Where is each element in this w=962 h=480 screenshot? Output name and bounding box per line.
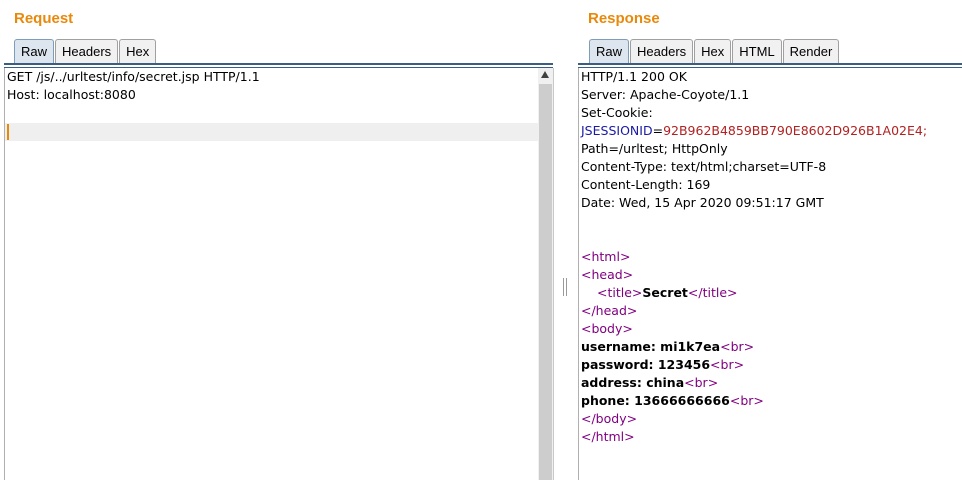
request-tab-raw[interactable]: Raw [14, 39, 55, 63]
request-title: Request [14, 10, 74, 27]
pane-splitter[interactable] [556, 0, 576, 480]
request-tab-underline [4, 63, 553, 65]
cookie-line: JSESSIONID=92B962B4859BB790E8602D926B1A0… [581, 122, 927, 140]
body-row-phone: phone: 13666666666<br> [581, 392, 764, 410]
response-tab-hex[interactable]: Hex [694, 39, 732, 63]
br-tag: <br> [729, 393, 764, 408]
status-line: HTTP/1.1 200 OK [581, 69, 687, 84]
cookie-value: 92B962B4859BB790E8602D926B1A02E4; [663, 123, 928, 138]
response-tab-headers[interactable]: Headers [630, 39, 694, 63]
current-line-highlight [5, 123, 539, 141]
br-tag: <br> [684, 375, 719, 390]
title-line: <title>Secret</title> [597, 284, 738, 302]
cookie-equals: = [652, 123, 664, 138]
content-type-header: Content-Type: text/html;charset=UTF-8 [581, 159, 827, 174]
response-pane: Response Raw Headers Hex HTML Render HTT… [576, 0, 962, 480]
head-open-tag: <head> [581, 267, 634, 282]
row-text: phone: 13666666666 [581, 393, 730, 408]
br-tag: <br> [720, 339, 755, 354]
cookie-name: JSESSIONID [581, 123, 653, 138]
response-tab-html[interactable]: HTML [732, 39, 782, 63]
server-header: Server: Apache-Coyote/1.1 [581, 87, 750, 102]
request-tab-headers[interactable]: Headers [55, 39, 119, 63]
row-text: password: 123456 [581, 357, 711, 372]
text-caret [7, 124, 9, 140]
cookie-path: Path=/urltest; HttpOnly [581, 141, 728, 156]
title-close-tag: </title> [687, 285, 738, 300]
row-text: username: mi1k7ea [581, 339, 721, 354]
response-viewer[interactable]: HTTP/1.1 200 OK Server: Apache-Coyote/1.… [578, 68, 962, 480]
response-tabs: Raw Headers Hex HTML Render [589, 39, 840, 63]
response-tab-raw[interactable]: Raw [589, 39, 630, 63]
splitter-grip-icon[interactable] [563, 278, 567, 296]
body-row-address: address: china<br> [581, 374, 718, 392]
set-cookie-header: Set-Cookie: [581, 105, 653, 120]
response-tab-render[interactable]: Render [782, 39, 840, 63]
request-scrollbar[interactable] [538, 68, 554, 480]
request-tabs: Raw Headers Hex [14, 39, 157, 63]
scroll-thumb[interactable] [539, 84, 552, 480]
response-tab-underline [578, 63, 962, 65]
title-open-tag: <title> [597, 285, 643, 300]
body-close-tag: </body> [581, 411, 638, 426]
body-row-username: username: mi1k7ea<br> [581, 338, 754, 356]
request-line-1: GET /js/../urltest/info/secret.jsp HTTP/… [7, 69, 260, 84]
content-length-header: Content-Length: 169 [581, 177, 711, 192]
title-text: Secret [642, 285, 688, 300]
date-header: Date: Wed, 15 Apr 2020 09:51:17 GMT [581, 195, 824, 210]
request-line-2: Host: localhost:8080 [7, 87, 136, 102]
request-editor[interactable]: GET /js/../urltest/info/secret.jsp HTTP/… [4, 68, 540, 480]
request-tab-hex[interactable]: Hex [119, 39, 157, 63]
br-tag: <br> [710, 357, 745, 372]
body-row-password: password: 123456<br> [581, 356, 744, 374]
response-title: Response [588, 10, 660, 27]
body-open-tag: <body> [581, 321, 633, 336]
scroll-up-arrow-icon[interactable] [541, 71, 549, 78]
html-open-tag: <html> [581, 249, 631, 264]
request-pane: Request Raw Headers Hex GET /js/../urlte… [0, 0, 556, 480]
head-close-tag: </head> [581, 303, 638, 318]
row-text: address: china [581, 375, 685, 390]
html-close-tag: </html> [581, 429, 635, 444]
